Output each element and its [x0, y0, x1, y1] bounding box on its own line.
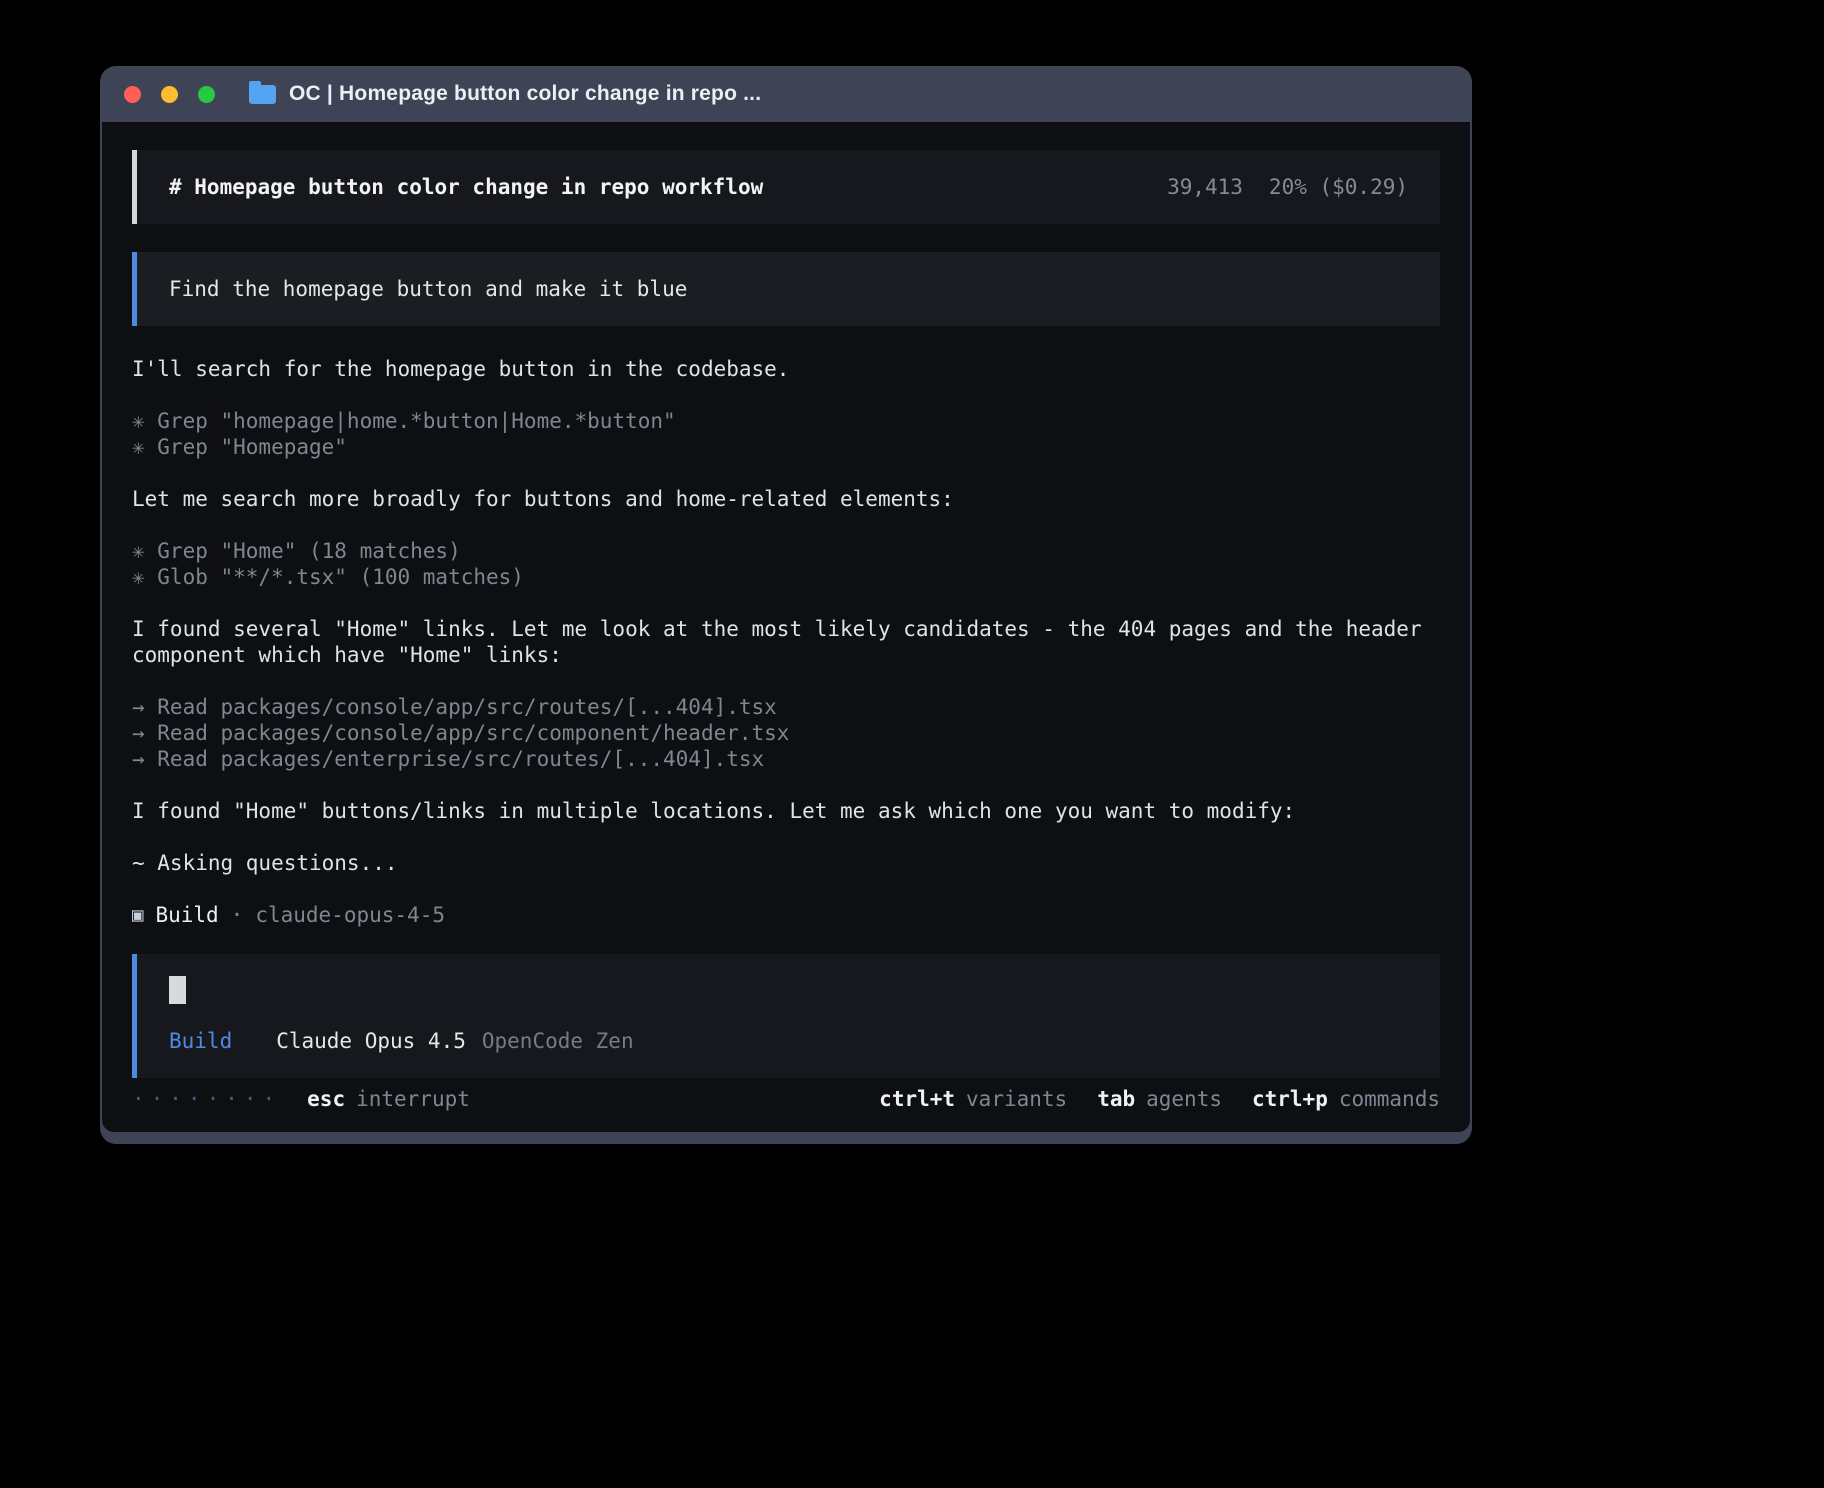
tool-call-line: ✳ Grep "Home" (18 matches): [132, 538, 1440, 564]
assistant-paragraph: I found several "Home" links. Let me loo…: [132, 616, 1427, 668]
session-title: # Homepage button color change in repo w…: [169, 174, 763, 200]
assistant-paragraph: Let me search more broadly for buttons a…: [132, 486, 1427, 512]
minimize-button[interactable]: [161, 86, 178, 103]
shortcut-key: esc: [307, 1086, 345, 1112]
user-message-text: Find the homepage button and make it blu…: [169, 277, 687, 301]
agent-model: claude-opus-4-5: [255, 902, 445, 928]
variants-shortcut: ctrl+t variants: [879, 1086, 1067, 1112]
model-label: Claude Opus 4.5: [276, 1028, 466, 1054]
terminal-content: # Homepage button color change in repo w…: [102, 122, 1470, 1132]
context-usage: 20% ($0.29): [1269, 174, 1408, 200]
mode-label: Build: [169, 1028, 232, 1054]
tool-call-line: ✳ Grep "Homepage": [132, 434, 1440, 460]
user-message: Find the homepage button and make it blu…: [132, 252, 1440, 326]
esc-shortcut: esc interrupt: [307, 1086, 470, 1112]
agent-separator: ·: [231, 902, 244, 928]
spinner-dots-icon: ········: [132, 1086, 281, 1112]
window-title: OC | Homepage button color change in rep…: [289, 82, 761, 106]
text-cursor: [169, 976, 186, 1004]
tool-call-line: ✳ Grep "homepage|home.*button|Home.*butt…: [132, 408, 1440, 434]
file-read-line: → Read packages/enterprise/src/routes/[.…: [132, 746, 1440, 772]
file-read-line: → Read packages/console/app/src/routes/[…: [132, 694, 1440, 720]
terminal-window: OC | Homepage button color change in rep…: [100, 66, 1472, 1144]
close-button[interactable]: [124, 86, 141, 103]
shortcut-key: ctrl+t: [879, 1086, 955, 1112]
session-stats: 39,413 20% ($0.29): [1167, 174, 1408, 200]
shortcut-label: variants: [966, 1086, 1067, 1112]
shortcut-key: tab: [1097, 1086, 1135, 1112]
maximize-button[interactable]: [198, 86, 215, 103]
shortcut-label: commands: [1339, 1086, 1440, 1112]
agent-info: ▣ Build · claude-opus-4-5: [132, 902, 1440, 928]
traffic-lights: [124, 86, 215, 103]
status-footer: ········ esc interrupt ctrl+t variants t…: [132, 1086, 1440, 1112]
commands-shortcut: ctrl+p commands: [1252, 1086, 1440, 1112]
assistant-paragraph: I'll search for the homepage button in t…: [132, 356, 1427, 382]
agents-shortcut: tab agents: [1097, 1086, 1222, 1112]
file-read-line: → Read packages/console/app/src/componen…: [132, 720, 1440, 746]
assistant-response: I'll search for the homepage button in t…: [132, 356, 1440, 928]
agent-icon: ▣: [132, 902, 143, 928]
tool-call-line: ✳ Glob "**/*.tsx" (100 matches): [132, 564, 1440, 590]
input-status-bar: Build Claude Opus 4.5 OpenCode Zen: [169, 1028, 1408, 1054]
agent-name: Build: [155, 902, 218, 928]
prompt-input[interactable]: Build Claude Opus 4.5 OpenCode Zen: [132, 954, 1440, 1078]
session-header: # Homepage button color change in repo w…: [132, 150, 1440, 224]
shortcut-key: ctrl+p: [1252, 1086, 1328, 1112]
status-line: ~ Asking questions...: [132, 850, 1427, 876]
assistant-paragraph: I found "Home" buttons/links in multiple…: [132, 798, 1427, 824]
shortcut-label: interrupt: [356, 1086, 470, 1112]
title-bar: OC | Homepage button color change in rep…: [100, 66, 1472, 122]
folder-icon: [249, 85, 276, 104]
provider-label: OpenCode Zen: [482, 1028, 634, 1054]
token-count: 39,413: [1167, 174, 1243, 200]
shortcut-label: agents: [1146, 1086, 1222, 1112]
